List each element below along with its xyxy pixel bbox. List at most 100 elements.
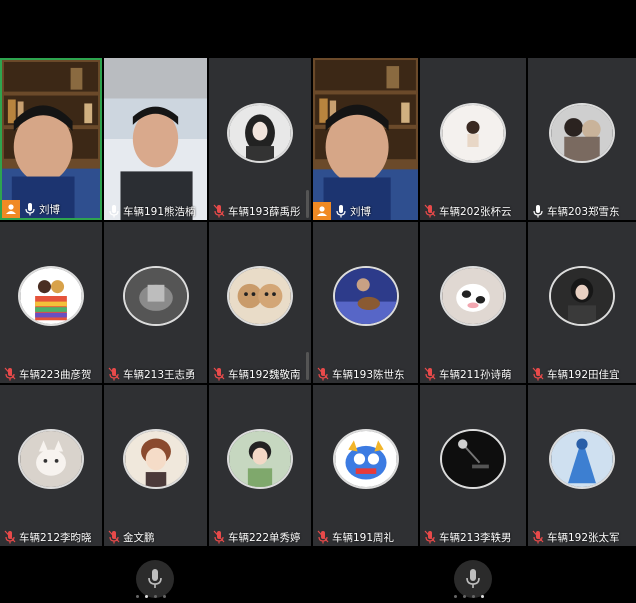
mic-icon (335, 204, 347, 218)
avatar-blue-monster (332, 429, 399, 490)
mic-icon (24, 202, 36, 216)
host-badge-icon (2, 200, 20, 218)
mic-muted-icon (532, 530, 544, 544)
participant-name: 刘博 (350, 205, 371, 218)
participant-tile[interactable]: 车辆192田佳宜 (528, 222, 636, 383)
participant-tile[interactable]: 车辆213李轶男 (420, 385, 526, 546)
mic-muted-icon (424, 204, 436, 218)
participant-tile[interactable]: 车辆222单秀婷 (209, 385, 311, 546)
participant-tile[interactable]: 车辆203郑雪东 (528, 58, 636, 220)
participant-label: 金文鹏 (104, 528, 207, 546)
page-dot (136, 595, 139, 598)
page-dot (163, 595, 166, 598)
page-indicator-right (454, 595, 484, 598)
scroll-indicator[interactable] (306, 352, 309, 380)
participant-label: 车辆191熊浩楠 (104, 202, 207, 220)
avatar-white-cat (18, 429, 84, 490)
participant-video (313, 58, 418, 220)
microphone-icon (148, 569, 162, 588)
avatar-girl-dark (549, 266, 615, 327)
participant-name: 车辆192张太军 (547, 531, 620, 544)
participant-name: 车辆213王志勇 (123, 368, 196, 381)
participant-label: 车辆192张太军 (528, 528, 636, 546)
mic-muted-icon (213, 530, 225, 544)
participant-name: 车辆193陈世东 (332, 368, 405, 381)
participant-tile[interactable]: 车辆202张杯云 (420, 58, 526, 220)
avatar-cow-plush (440, 266, 506, 327)
participant-label: 车辆223曲彦贺 (0, 365, 102, 383)
avatar-dark-hair-girl (227, 102, 293, 163)
participant-tile[interactable]: 车辆191熊浩楠 (104, 58, 207, 220)
participant-tile[interactable]: 金文鹏 (104, 385, 207, 546)
participant-tile[interactable]: 车辆193陈世东 (313, 222, 418, 383)
participant-tile[interactable]: 车辆191周礼 (313, 385, 418, 546)
participant-label: 车辆211孙诗萌 (420, 365, 526, 383)
participant-name: 车辆202张杯云 (439, 205, 512, 218)
mic-icon (532, 204, 544, 218)
participant-label: 车辆193陈世东 (313, 365, 418, 383)
participant-name: 车辆191熊浩楠 (123, 205, 196, 218)
participant-tile[interactable]: 车辆192魏敬南 (209, 222, 311, 383)
participant-label: 刘博 (313, 202, 418, 220)
participant-name: 车辆222单秀婷 (228, 531, 301, 544)
participant-tile[interactable]: 车辆212李昀晓 (0, 385, 102, 546)
participant-tile[interactable]: 刘博 (0, 58, 102, 220)
participant-label: 车辆193薛禹彤 (209, 202, 311, 220)
participant-name: 车辆192田佳宜 (547, 368, 620, 381)
participant-grid: 刘博 车辆191熊浩楠 车辆193薛禹彤 刘博 车辆202张杯云 车辆203郑雪东车辆22… (0, 58, 636, 546)
bottom-bar (0, 546, 636, 603)
participant-label: 刘博 (2, 200, 100, 218)
page-dot (481, 595, 484, 598)
participant-name: 车辆223曲彦贺 (19, 368, 92, 381)
participant-tile[interactable]: 车辆193薛禹彤 (209, 58, 311, 220)
mic-muted-icon (424, 367, 436, 381)
avatar-anime-boy (122, 429, 189, 490)
participant-tile[interactable]: 车辆192张太军 (528, 385, 636, 546)
participant-tile[interactable]: 刘博 (313, 58, 418, 220)
participant-name: 车辆191周礼 (332, 531, 395, 544)
mic-muted-icon (4, 367, 16, 381)
participant-name: 刘博 (39, 203, 60, 216)
avatar-cartoon-faces (227, 266, 293, 327)
avatar-hands-cup (122, 266, 189, 327)
scroll-indicator[interactable] (306, 190, 309, 218)
participant-name: 车辆192魏敬南 (228, 368, 301, 381)
mic-muted-icon (213, 204, 225, 218)
avatar-couple-photo (549, 102, 615, 163)
participant-tile[interactable]: 车辆211孙诗萌 (420, 222, 526, 383)
participant-name: 车辆211孙诗萌 (439, 368, 512, 381)
page-dot (454, 595, 457, 598)
mic-muted-icon (108, 367, 120, 381)
page-dot (463, 595, 466, 598)
participant-tile[interactable]: 车辆213王志勇 (104, 222, 207, 383)
avatar-lamp-dark (440, 429, 506, 490)
mic-muted-icon (4, 530, 16, 544)
page-dot (145, 595, 148, 598)
mic-icon (108, 204, 120, 218)
avatar-white-bg-person (440, 102, 506, 163)
participant-label: 车辆212李昀晓 (0, 528, 102, 546)
microphone-icon (466, 569, 480, 588)
top-bar (0, 0, 636, 58)
mic-muted-icon (424, 530, 436, 544)
participant-video (2, 60, 100, 218)
participant-name: 车辆203郑雪东 (547, 205, 620, 218)
participant-tile[interactable]: 车辆223曲彦贺 (0, 222, 102, 383)
participant-label: 车辆213王志勇 (104, 365, 207, 383)
participant-label: 车辆202张杯云 (420, 202, 526, 220)
participant-label: 车辆203郑雪东 (528, 202, 636, 220)
mic-button-left[interactable] (136, 560, 174, 598)
page-dot (154, 595, 157, 598)
avatar-blue-figure (549, 429, 615, 490)
avatar-guitar-player (332, 266, 399, 327)
participant-name: 金文鹏 (123, 531, 155, 544)
participant-video (104, 58, 207, 220)
mic-muted-icon (532, 367, 544, 381)
participant-label: 车辆213李轶男 (420, 528, 526, 546)
participant-name: 车辆213李轶男 (439, 531, 512, 544)
host-badge-icon (313, 202, 331, 220)
mic-button-right[interactable] (454, 560, 492, 598)
page-dot (472, 595, 475, 598)
avatar-rainbow-cartoon (18, 266, 84, 327)
page-indicator-left (136, 595, 166, 598)
